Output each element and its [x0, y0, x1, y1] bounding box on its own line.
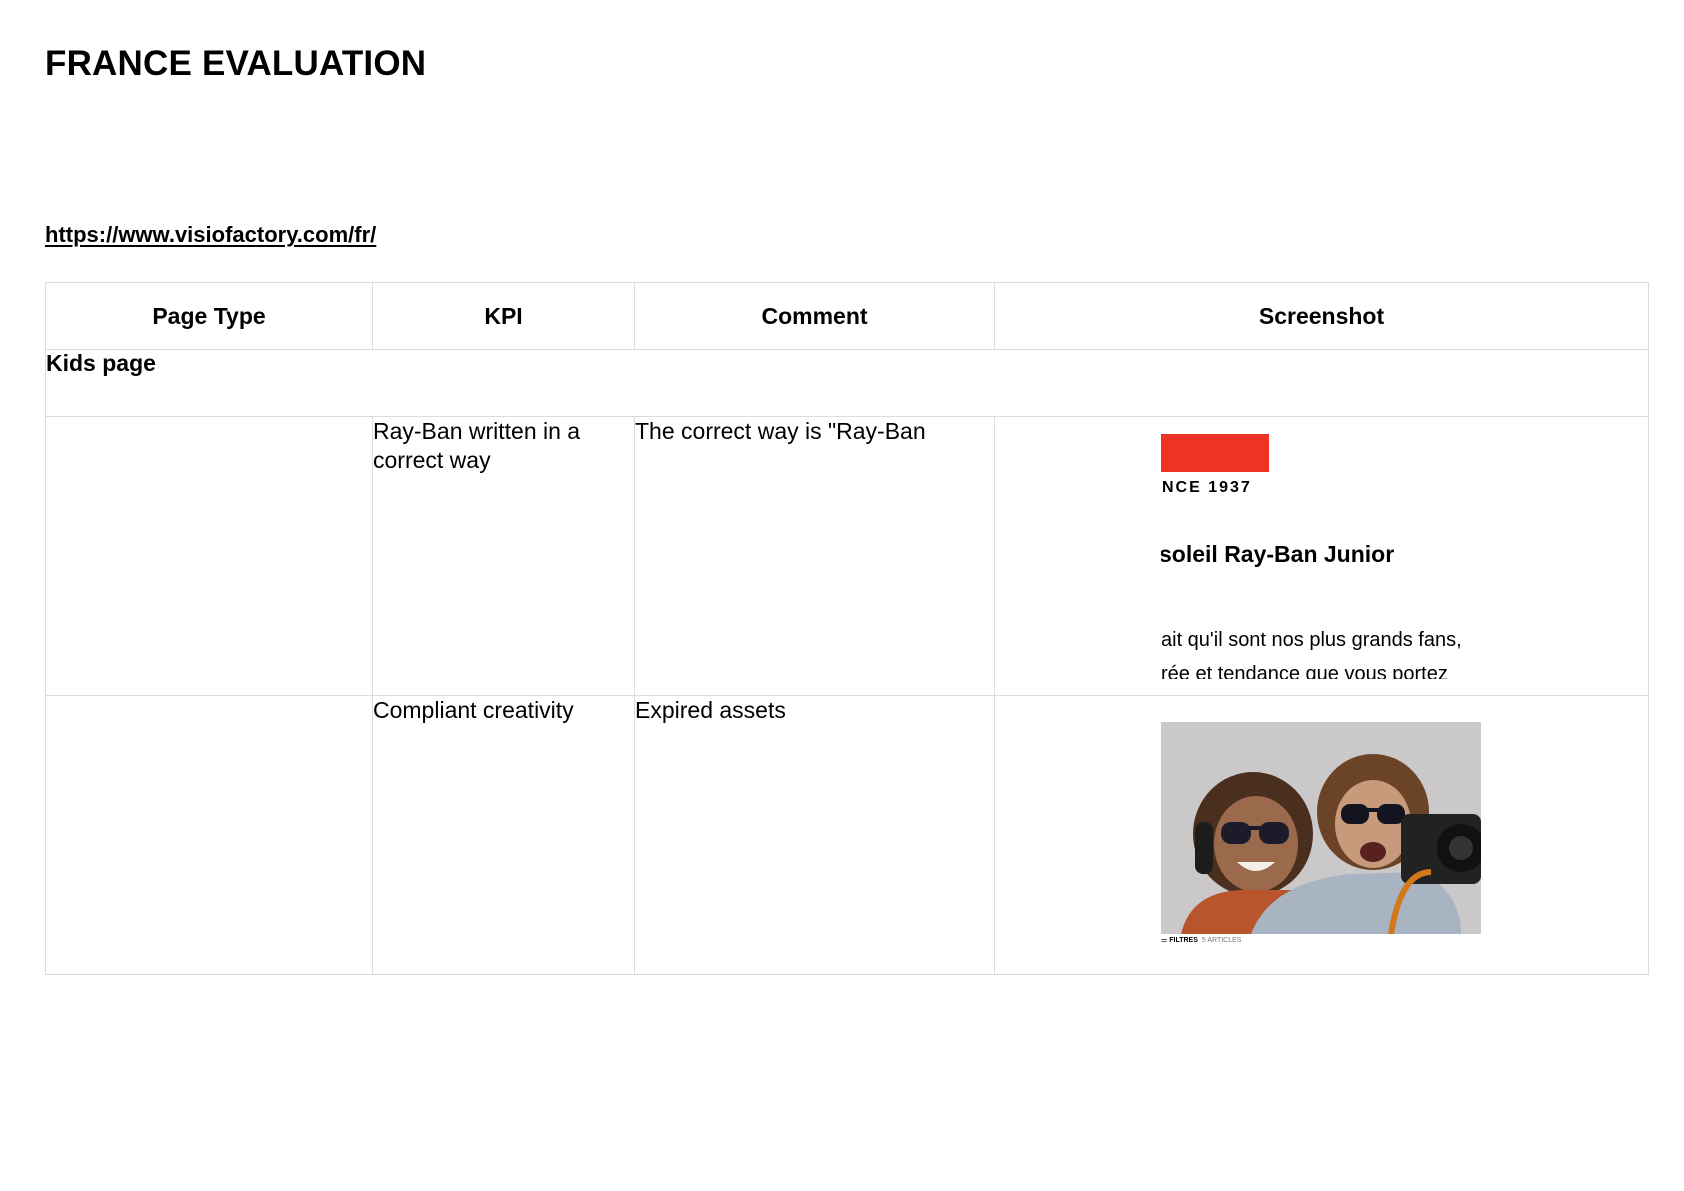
table-row: Compliant creativity Expired assets ⚌ FI… — [45, 695, 1649, 975]
section-label-kids-page: Kids page — [45, 349, 1649, 417]
cell-comment: Expired assets — [634, 695, 995, 975]
screenshot-text-crop: NCE 1937 soleil Ray-Ban Junior ait qu'il… — [1161, 434, 1491, 679]
screenshot-filter-extra: 5 ARTICLES — [1201, 937, 1242, 944]
screenshot-kids-photo — [1161, 722, 1481, 934]
screenshot-since-text: NCE 1937 — [1162, 479, 1252, 496]
screenshot-body-line-2: rée et tendance que vous portez — [1161, 663, 1448, 679]
header-comment: Comment — [634, 282, 995, 350]
cell-kpi: Ray-Ban written in a correct way — [372, 416, 635, 696]
screenshot-heading-text: soleil Ray-Ban Junior — [1161, 541, 1395, 567]
cell-screenshot: ⚌ FILTRES 5 ARTICLES — [994, 695, 1649, 975]
cell-page-type — [45, 695, 373, 975]
cell-screenshot: NCE 1937 soleil Ray-Ban Junior ait qu'il… — [994, 416, 1649, 696]
header-kpi: KPI — [372, 282, 635, 350]
document-title: FRANCE EVALUATION — [45, 44, 427, 83]
filter-icon: ⚌ — [1161, 937, 1170, 944]
evaluation-table: Page Type KPI Comment Screenshot Kids pa… — [45, 282, 1649, 975]
cell-comment: The correct way is "Ray-Ban — [634, 416, 995, 696]
red-brand-banner — [1161, 434, 1269, 472]
table-row: Ray-Ban written in a correct way The cor… — [45, 416, 1649, 696]
cell-kpi: Compliant creativity — [372, 695, 635, 975]
screenshot-filter-bar: ⚌ FILTRES 5 ARTICLES — [1161, 936, 1241, 944]
screenshot-filter-label: FILTRES — [1169, 937, 1198, 944]
table-header-row: Page Type KPI Comment Screenshot — [45, 282, 1649, 350]
section-row: Kids page — [45, 349, 1649, 417]
screenshot-body-line-1: ait qu'il sont nos plus grands fans, — [1161, 629, 1462, 651]
header-page-type: Page Type — [45, 282, 373, 350]
header-screenshot: Screenshot — [994, 282, 1649, 350]
cell-page-type — [45, 416, 373, 696]
page-url-link[interactable]: https://www.visiofactory.com/fr/ — [45, 222, 376, 248]
